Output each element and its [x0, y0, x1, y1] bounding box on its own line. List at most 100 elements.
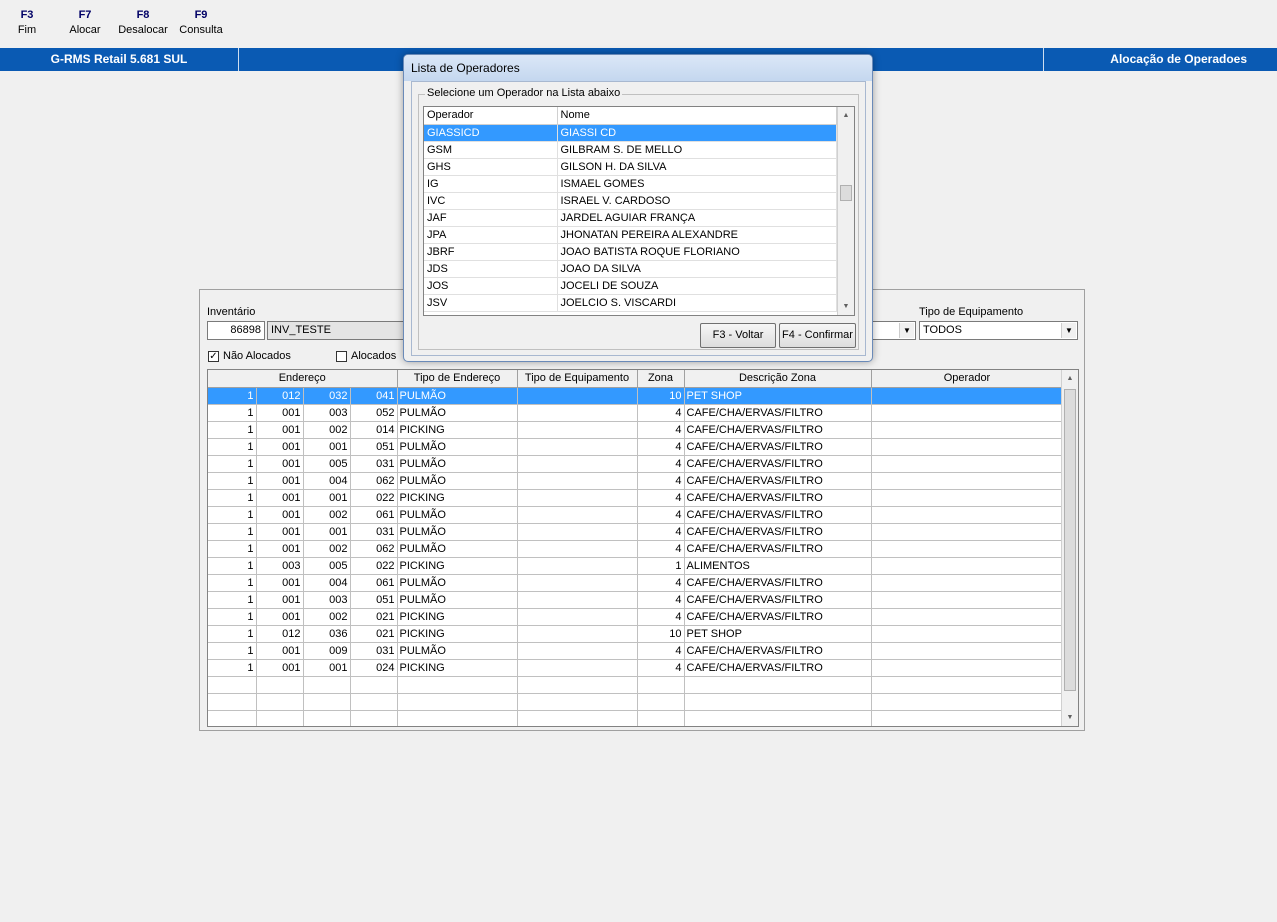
equipment-type-value: TODOS [923, 324, 962, 336]
table-row[interactable]: 1 001 009 031 PULMÃO 4 CAFE/CHA/ERVAS/FILTRO [208, 642, 1064, 660]
chevron-down-icon[interactable]: ▼ [899, 323, 914, 338]
table-row[interactable]: 1 001 003 052 PULMÃO 4 CAFE/CHA/ERVAS/FILTRO [208, 404, 1064, 422]
not-allocated-label: Não Alocados [223, 350, 291, 362]
scroll-thumb[interactable] [840, 185, 852, 201]
chevron-down-icon[interactable]: ▼ [1061, 323, 1076, 338]
col-operador[interactable]: Operador [424, 107, 558, 125]
checkmark-icon[interactable]: ✓ [208, 350, 219, 362]
table-cell: PULMÃO [397, 404, 518, 422]
operator-row[interactable]: GSM GILBRAM S. DE MELLO [424, 141, 837, 159]
alocar-button[interactable]: F7 Alocar [65, 8, 105, 38]
operator-row[interactable]: GIASSICD GIASSI CD [424, 124, 837, 142]
table-cell: 4 [637, 642, 685, 660]
table-row[interactable]: 1 001 001 051 PULMÃO 4 CAFE/CHA/ERVAS/FILTRO [208, 438, 1064, 456]
grid-scrollbar[interactable]: ▲ ▼ [1061, 370, 1078, 726]
desalocar-button[interactable]: F8 Desalocar [114, 8, 172, 38]
operator-row[interactable]: JBRF JOAO BATISTA ROQUE FLORIANO [424, 243, 837, 261]
inventory-name-field: INV_TESTE [267, 321, 407, 340]
operator-code: JSV [424, 294, 558, 312]
col-nome[interactable]: Nome [557, 107, 837, 125]
table-cell: 021 [350, 608, 398, 626]
table-cell: 001 [256, 404, 304, 422]
table-row[interactable]: 1 001 001 022 PICKING 4 CAFE/CHA/ERVAS/FILTRO [208, 489, 1064, 507]
col-tipo-endereco[interactable]: Tipo de Endereço [397, 370, 518, 388]
table-cell: 001 [303, 523, 351, 541]
scroll-thumb[interactable] [1064, 389, 1076, 691]
table-row[interactable]: 1 001 003 051 PULMÃO 4 CAFE/CHA/ERVAS/FILTRO [208, 591, 1064, 609]
table-cell [350, 693, 398, 711]
operator-code: IG [424, 175, 558, 193]
table-cell: PULMÃO [397, 472, 518, 490]
operator-row[interactable]: IVC ISRAEL V. CARDOSO [424, 192, 837, 210]
table-cell: 001 [256, 591, 304, 609]
table-cell: 1 [208, 625, 257, 643]
table-row[interactable]: 1 001 002 014 PICKING 4 CAFE/CHA/ERVAS/FILTRO [208, 421, 1064, 439]
scroll-up-icon[interactable]: ▲ [1062, 370, 1078, 387]
operator-list-scrollbar[interactable]: ▲ ▼ [837, 107, 854, 315]
operator-row[interactable]: GHS GILSON H. DA SILVA [424, 158, 837, 176]
scroll-down-icon[interactable]: ▼ [838, 298, 854, 315]
operator-row[interactable]: JOS JOCELI DE SOUZA [424, 277, 837, 295]
empty-row [208, 676, 1064, 694]
table-cell: 4 [637, 523, 685, 541]
table-cell: 001 [256, 608, 304, 626]
table-row[interactable]: 1 001 002 061 PULMÃO 4 CAFE/CHA/ERVAS/FILTRO [208, 506, 1064, 524]
table-cell: 002 [303, 506, 351, 524]
operator-row[interactable]: IG ISMAEL GOMES [424, 175, 837, 193]
table-cell [517, 540, 638, 558]
divider [238, 48, 239, 71]
col-operador[interactable]: Operador [871, 370, 1064, 388]
table-cell: 022 [350, 557, 398, 575]
table-cell: 001 [256, 523, 304, 541]
col-zona[interactable]: Zona [637, 370, 685, 388]
col-endereco[interactable]: Endereço [208, 370, 398, 388]
table-cell [517, 455, 638, 473]
table-cell: 4 [637, 659, 685, 677]
table-cell [397, 693, 518, 711]
consulta-button[interactable]: F9 Consulta [175, 8, 227, 38]
table-cell [871, 523, 1064, 541]
table-cell: 012 [256, 625, 304, 643]
addresses-grid[interactable]: Endereço Tipo de Endereço Tipo de Equipa… [207, 369, 1079, 727]
table-row[interactable]: 1 001 004 061 PULMÃO 4 CAFE/CHA/ERVAS/FILTRO [208, 574, 1064, 592]
table-cell: CAFE/CHA/ERVAS/FILTRO [684, 642, 872, 660]
operator-group: Selecione um Operador na Lista abaixo Op… [418, 87, 859, 350]
table-row[interactable]: 1 001 002 062 PULMÃO 4 CAFE/CHA/ERVAS/FILTRO [208, 540, 1064, 558]
operator-list[interactable]: Operador Nome GIASSICD GIASSI CD GSM GILBRA… [423, 106, 855, 316]
table-row[interactable]: 1 001 001 024 PICKING 4 CAFE/CHA/ERVAS/FILTRO [208, 659, 1064, 677]
operator-table: Operador Nome GIASSICD GIASSI CD GSM GILBRA… [424, 107, 837, 312]
not-allocated-checkbox[interactable]: ✓ Não Alocados [208, 350, 291, 362]
table-cell: PICKING [397, 659, 518, 677]
inventory-code-field[interactable]: 86898 [207, 321, 265, 340]
scroll-up-icon[interactable]: ▲ [838, 107, 854, 124]
scroll-down-icon[interactable]: ▼ [1062, 709, 1078, 726]
operator-row[interactable]: JSV JOELCIO S. VISCARDI [424, 294, 837, 312]
table-row[interactable]: 1 001 002 021 PICKING 4 CAFE/CHA/ERVAS/FILTRO [208, 608, 1064, 626]
operator-row[interactable]: JDS JOAO DA SILVA [424, 260, 837, 278]
table-cell [684, 693, 872, 711]
allocated-checkbox[interactable]: Alocados [336, 350, 396, 362]
table-row[interactable]: 1 001 005 031 PULMÃO 4 CAFE/CHA/ERVAS/FILTRO [208, 455, 1064, 473]
operator-row[interactable]: JPA JHONATAN PEREIRA ALEXANDRE [424, 226, 837, 244]
col-descricao-zona[interactable]: Descrição Zona [684, 370, 872, 388]
table-cell: 1 [208, 591, 257, 609]
fkey-label: Desalocar [118, 24, 168, 36]
table-cell [256, 676, 304, 694]
table-row[interactable]: 1 012 032 041 PULMÃO 10 PET SHOP [208, 387, 1064, 405]
table-row[interactable]: 1 001 004 062 PULMÃO 4 CAFE/CHA/ERVAS/FILTRO [208, 472, 1064, 490]
table-row[interactable]: 1 003 005 022 PICKING 1 ALIMENTOS [208, 557, 1064, 575]
fim-button[interactable]: F3 Fim [12, 8, 42, 38]
table-cell: 4 [637, 506, 685, 524]
table-cell: PET SHOP [684, 625, 872, 643]
confirm-button[interactable]: F4 - Confirmar [779, 323, 856, 348]
table-row[interactable]: 1 001 001 031 PULMÃO 4 CAFE/CHA/ERVAS/FILTRO [208, 523, 1064, 541]
back-button[interactable]: F3 - Voltar [700, 323, 776, 348]
checkbox-empty-icon[interactable] [336, 350, 347, 362]
fkey-f7: F7 [78, 9, 92, 21]
col-tipo-equipamento[interactable]: Tipo de Equipamento [517, 370, 638, 388]
operator-name: JOCELI DE SOUZA [557, 277, 837, 295]
equipment-type-select[interactable]: TODOS ▼ [919, 321, 1078, 340]
table-row[interactable]: 1 012 036 021 PICKING 10 PET SHOP [208, 625, 1064, 643]
fkey-label: Consulta [179, 24, 223, 36]
operator-row[interactable]: JAF JARDEL AGUIAR FRANÇA [424, 209, 837, 227]
